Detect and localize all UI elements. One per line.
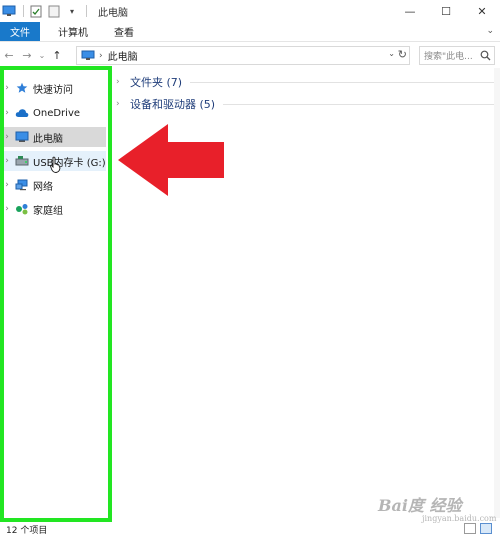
- properties-icon[interactable]: [29, 4, 43, 18]
- computer-icon: [81, 50, 95, 61]
- group-divider: [190, 81, 494, 83]
- expand-chevron-icon[interactable]: ›: [2, 156, 12, 166]
- watermark: Bai度 经验 jingyan.baidu.com: [378, 492, 496, 526]
- group-divider: [223, 103, 494, 105]
- cloud-icon: [15, 107, 29, 119]
- expand-chevron-icon[interactable]: ›: [2, 204, 12, 214]
- up-button[interactable]: ↑: [48, 45, 66, 65]
- expand-chevron-icon[interactable]: ›: [2, 132, 12, 142]
- address-bar[interactable]: › 此电脑 ⌄ ↻: [76, 46, 410, 65]
- sidebar-item-quick-access[interactable]: › 快速访问: [0, 78, 106, 98]
- mouse-pointer-icon: [49, 156, 63, 177]
- address-dropdown-icon[interactable]: ⌄: [388, 49, 395, 58]
- expand-chevron-icon[interactable]: ›: [2, 108, 12, 118]
- sidebar-item-label: OneDrive: [33, 107, 81, 119]
- tab-view[interactable]: 查看: [104, 22, 144, 41]
- red-arrow-annotation: [118, 124, 224, 196]
- tab-computer[interactable]: 计算机: [48, 22, 98, 41]
- toolbar-divider: [23, 5, 24, 17]
- tab-file[interactable]: 文件: [0, 22, 40, 41]
- sidebar-item-network[interactable]: › 网络: [0, 175, 106, 195]
- computer-icon: [15, 131, 29, 143]
- usb-drive-icon: [15, 155, 29, 167]
- network-icon: [15, 179, 29, 191]
- navigation-bar: ← → ⌄ ↑ › 此电脑 ⌄ ↻ 搜索"此电...: [0, 43, 500, 67]
- forward-button[interactable]: →: [18, 45, 36, 65]
- search-box[interactable]: 搜索"此电...: [419, 46, 495, 65]
- sidebar-item-label: 家庭组: [33, 205, 63, 217]
- search-icon[interactable]: [480, 50, 491, 64]
- watermark-url: jingyan.baidu.com: [422, 514, 497, 523]
- sidebar-item-label: 快速访问: [33, 84, 73, 96]
- item-count: 12 个项目: [6, 525, 48, 536]
- refresh-button[interactable]: ↻: [398, 48, 407, 61]
- search-placeholder: 搜索"此电...: [424, 52, 473, 62]
- customize-toolbar-icon[interactable]: ▾: [65, 4, 79, 18]
- close-button[interactable]: ✕: [464, 0, 500, 22]
- window-title: 此电脑: [98, 7, 128, 19]
- breadcrumb-this-pc[interactable]: 此电脑: [108, 48, 138, 63]
- title-bar: ▾ 此电脑 — ☐ ✕: [0, 0, 500, 22]
- maximize-button[interactable]: ☐: [428, 0, 464, 22]
- watermark-logo-text: Bai度 经验: [378, 496, 462, 515]
- group-chevron-icon[interactable]: ›: [116, 77, 128, 87]
- sidebar-item-label: 此电脑: [33, 133, 63, 145]
- sidebar-item-this-pc[interactable]: › 此电脑: [0, 127, 106, 147]
- ribbon-tabs: 文件 计算机 查看 ⌄: [0, 22, 500, 42]
- sidebar-item-onedrive[interactable]: › OneDrive: [0, 103, 106, 123]
- sidebar-item-homegroup[interactable]: › 家庭组: [0, 199, 106, 219]
- minimize-button[interactable]: —: [392, 0, 428, 22]
- new-folder-icon[interactable]: [47, 4, 61, 18]
- sidebar-item-label: USB内存卡 (G:): [33, 157, 106, 169]
- star-icon: [15, 82, 29, 94]
- expand-ribbon-icon[interactable]: ⌄: [486, 26, 494, 36]
- breadcrumb-separator-icon[interactable]: ›: [99, 51, 103, 61]
- sidebar-item-label: 网络: [33, 181, 53, 193]
- back-button[interactable]: ←: [0, 45, 18, 65]
- window-controls: — ☐ ✕: [392, 0, 500, 22]
- recent-locations-button[interactable]: ⌄: [36, 45, 48, 65]
- computer-icon: [2, 4, 16, 18]
- navigation-pane: › 快速访问 › OneDrive › 此电脑 › USB内存卡 (G:) › …: [0, 68, 108, 520]
- expand-chevron-icon[interactable]: ›: [2, 83, 12, 93]
- homegroup-icon: [15, 203, 29, 215]
- group-header-devices-drives[interactable]: › 设备和驱动器 (5): [116, 94, 494, 114]
- group-header-folders[interactable]: › 文件夹 (7): [116, 72, 494, 92]
- group-chevron-icon[interactable]: ›: [116, 99, 128, 109]
- group-label: 文件夹 (7): [130, 76, 183, 89]
- expand-chevron-icon[interactable]: ›: [2, 180, 12, 190]
- file-explorer-window: ▾ 此电脑 — ☐ ✕ 文件 计算机 查看 ⌄ ← → ⌄ ↑ › 此电脑 ⌄ …: [0, 0, 500, 538]
- vertical-scrollbar[interactable]: [494, 68, 500, 518]
- toolbar-divider: [86, 5, 87, 17]
- quick-access-toolbar: ▾: [0, 0, 92, 22]
- group-label: 设备和驱动器 (5): [130, 98, 216, 111]
